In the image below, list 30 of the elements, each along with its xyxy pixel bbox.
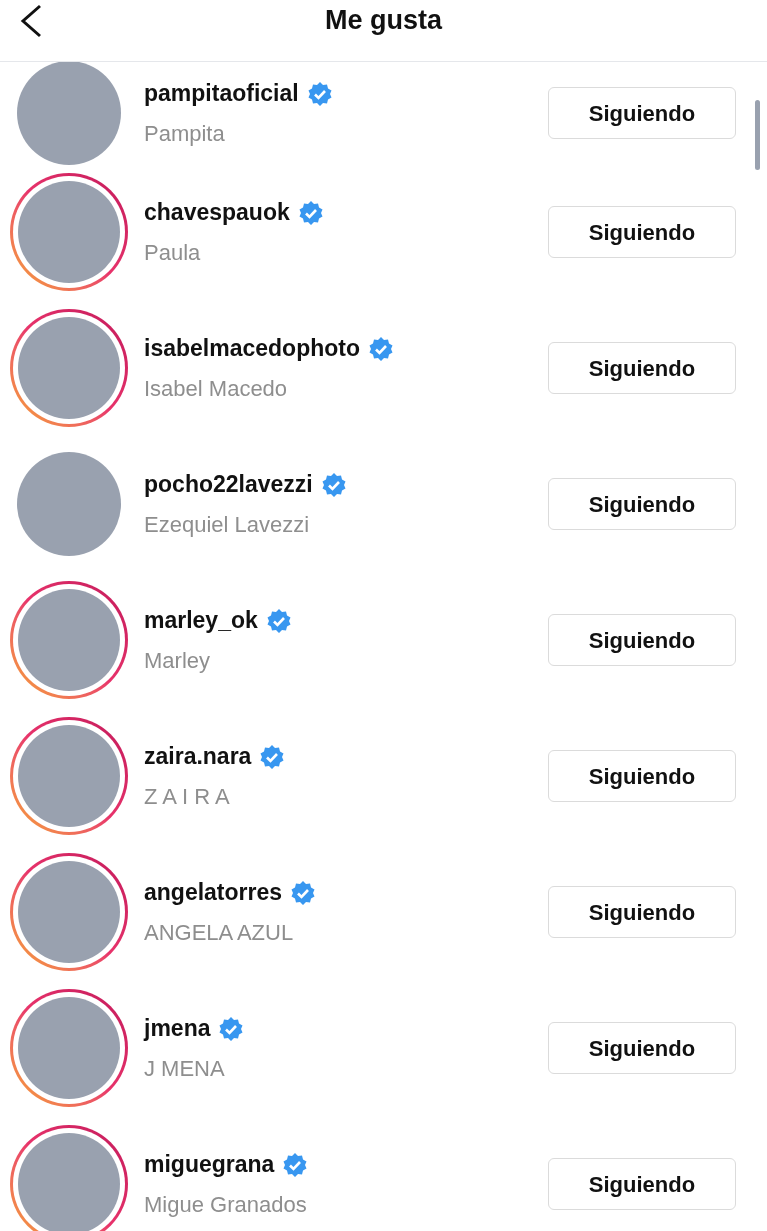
username[interactable]: jmena [144, 1011, 211, 1046]
following-button[interactable]: Siguiendo [548, 87, 736, 139]
display-name: Z A I R A [144, 782, 231, 811]
following-button[interactable]: Siguiendo [548, 1022, 736, 1074]
username[interactable]: miguegrana [144, 1147, 275, 1182]
scrollbar [755, 100, 760, 170]
following-button[interactable]: Siguiendo [548, 750, 736, 802]
page-title: Me gusta [325, 4, 442, 38]
following-button[interactable]: Siguiendo [548, 614, 736, 666]
back-icon[interactable] [18, 4, 44, 38]
display-name: ANGELA AZUL [144, 918, 295, 947]
username[interactable]: angelatorres [144, 875, 283, 910]
display-name: Pampita [144, 119, 226, 148]
following-button[interactable]: Siguiendo [548, 886, 736, 938]
display-name: Migue Granados [144, 1190, 308, 1219]
display-name: Marley [144, 646, 211, 675]
display-name: Paula [144, 238, 202, 267]
following-button[interactable]: Siguiendo [548, 206, 736, 258]
following-button[interactable]: Siguiendo [548, 1158, 736, 1210]
username[interactable]: zaira.nara [144, 739, 252, 774]
username[interactable]: pocho22lavezzi [144, 467, 313, 502]
display-name: J MENA [144, 1054, 226, 1083]
following-button[interactable]: Siguiendo [548, 342, 736, 394]
display-name: Isabel Macedo [144, 374, 289, 403]
following-button[interactable]: Siguiendo [548, 478, 736, 530]
username[interactable]: pampitaoficial [144, 76, 299, 111]
username[interactable]: chavespauok [144, 195, 290, 230]
username[interactable]: marley_ok [144, 603, 258, 638]
username[interactable]: isabelmacedophoto [144, 331, 360, 366]
display-name: Ezequiel Lavezzi [144, 510, 311, 539]
